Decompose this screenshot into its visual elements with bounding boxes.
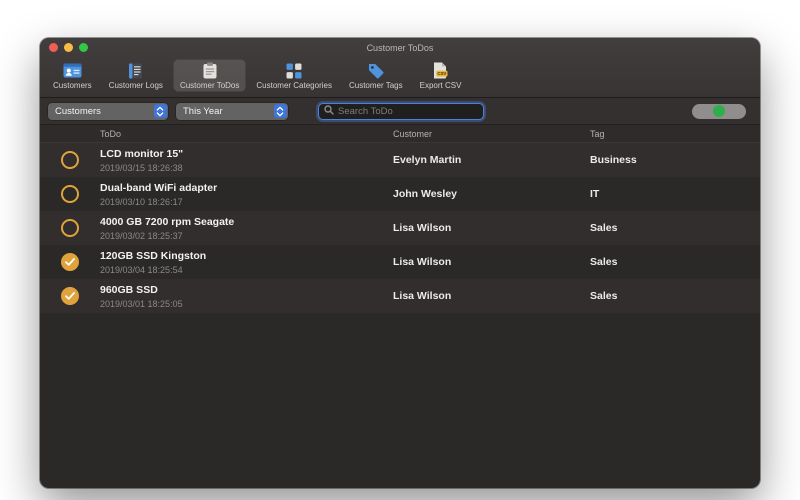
- search-icon: [324, 102, 334, 120]
- toolbar-item-label: Customer Categories: [256, 81, 332, 90]
- customer-categories-icon: [286, 62, 302, 79]
- todo-cell: 120GB SSD Kingston 2019/03/04 18:25:54: [100, 250, 206, 275]
- app-window: Customer ToDos Customers Customer Logs Cus…: [40, 38, 760, 488]
- todo-tag: IT: [590, 188, 600, 200]
- search-field[interactable]: [318, 102, 484, 120]
- toolbar-item-label: Customers: [53, 81, 92, 90]
- todo-title: Dual-band WiFi adapter: [100, 182, 218, 194]
- filter-bar: Customers This Year: [40, 98, 760, 125]
- unchecked-circle-icon[interactable]: [61, 219, 79, 237]
- todo-date: 2019/03/15 18:26:38: [100, 163, 183, 173]
- todo-title: LCD monitor 15": [100, 148, 184, 160]
- toolbar-item-export-csv[interactable]: CSV Export CSV: [413, 59, 469, 92]
- toolbar-item-label: Customer Tags: [348, 81, 403, 90]
- export-csv-icon: CSV: [433, 62, 448, 79]
- period-filter-dropdown[interactable]: This Year: [176, 102, 288, 120]
- window-header: Customer ToDos Customers Customer Logs Cus…: [40, 38, 760, 98]
- fullscreen-button[interactable]: [79, 43, 88, 52]
- chevron-up-down-icon: [273, 104, 287, 118]
- toggle-knob-icon: [713, 105, 725, 117]
- search-input[interactable]: [338, 105, 478, 117]
- toolbar-item-customer-tags[interactable]: Customer Tags: [342, 59, 410, 92]
- table-header: ToDo Customer Tag: [40, 125, 760, 143]
- toolbar-item-label: Customer ToDos: [179, 81, 240, 90]
- todo-cell: Dual-band WiFi adapter 2019/03/10 18:26:1…: [100, 182, 217, 207]
- period-filter-value: This Year: [183, 105, 223, 117]
- customer-filter-dropdown[interactable]: Customers: [48, 102, 168, 120]
- svg-text:CSV: CSV: [437, 71, 446, 76]
- checked-circle-icon[interactable]: [61, 253, 79, 271]
- todo-date: 2019/03/04 18:25:54: [100, 265, 183, 275]
- todo-title: 4000 GB 7200 rpm Seagate: [100, 216, 235, 228]
- todo-customer: Evelyn Martin: [393, 154, 462, 166]
- customer-logs-icon: [128, 62, 143, 79]
- todo-customer: Lisa Wilson: [393, 256, 452, 268]
- todo-cell: LCD monitor 15" 2019/03/15 18:26:38: [100, 148, 183, 173]
- customer-tags-icon: [368, 62, 384, 79]
- todo-customer: John Wesley: [393, 188, 457, 200]
- todo-row[interactable]: 960GB SSD 2019/03/01 18:25:05 Lisa Wilson S…: [40, 279, 760, 313]
- todo-tag: Sales: [590, 256, 618, 268]
- toolbar-item-customer-logs[interactable]: Customer Logs: [102, 59, 170, 92]
- window-title: Customer ToDos: [366, 43, 434, 53]
- toolbar-item-customer-todos[interactable]: Customer ToDos: [172, 59, 247, 92]
- toolbar-item-label: Customer Logs: [108, 81, 163, 90]
- todo-cell: 960GB SSD 2019/03/01 18:25:05: [100, 284, 183, 309]
- todo-row[interactable]: Dual-band WiFi adapter 2019/03/10 18:26:1…: [40, 177, 760, 211]
- toolbar: Customers Customer Logs Customer ToDos Cust…: [40, 57, 760, 97]
- traffic-lights: [49, 43, 88, 52]
- close-button[interactable]: [49, 43, 58, 52]
- todo-row[interactable]: 120GB SSD Kingston 2019/03/04 18:25:54 Lis…: [40, 245, 760, 279]
- todo-row[interactable]: 4000 GB 7200 rpm Seagate 2019/03/02 18:25…: [40, 211, 760, 245]
- toolbar-item-customers[interactable]: Customers: [46, 59, 99, 92]
- toolbar-item-label: Export CSV: [419, 81, 462, 90]
- column-header-customer[interactable]: Customer: [393, 129, 432, 139]
- titlebar[interactable]: Customer ToDos: [40, 38, 760, 57]
- column-header-tag[interactable]: Tag: [590, 129, 605, 139]
- todo-date: 2019/03/10 18:26:17: [100, 197, 183, 207]
- todo-tag: Sales: [590, 222, 618, 234]
- unchecked-circle-icon[interactable]: [61, 185, 79, 203]
- todo-customer: Lisa Wilson: [393, 222, 452, 234]
- chevron-up-down-icon: [153, 104, 167, 118]
- todo-row[interactable]: LCD monitor 15" 2019/03/15 18:26:38 Evelyn…: [40, 143, 760, 177]
- customers-icon: [63, 62, 82, 79]
- todo-date: 2019/03/02 18:25:37: [100, 231, 183, 241]
- column-header-todo[interactable]: ToDo: [100, 129, 121, 139]
- todo-cell: 4000 GB 7200 rpm Seagate 2019/03/02 18:25…: [100, 216, 234, 241]
- todo-tag: Business: [590, 154, 637, 166]
- todo-tag: Sales: [590, 290, 618, 302]
- customer-filter-value: Customers: [55, 105, 101, 117]
- todo-customer: Lisa Wilson: [393, 290, 452, 302]
- todo-date: 2019/03/01 18:25:05: [100, 299, 183, 309]
- todo-list: LCD monitor 15" 2019/03/15 18:26:38 Evelyn…: [40, 143, 760, 313]
- todo-title: 120GB SSD Kingston: [100, 250, 207, 262]
- minimize-button[interactable]: [64, 43, 73, 52]
- toolbar-item-customer-categories[interactable]: Customer Categories: [249, 59, 339, 92]
- checked-circle-icon[interactable]: [61, 287, 79, 305]
- todo-title: 960GB SSD: [100, 284, 158, 296]
- customer-todos-icon: [203, 62, 217, 79]
- status-toggle[interactable]: [692, 103, 746, 119]
- unchecked-circle-icon[interactable]: [61, 151, 79, 169]
